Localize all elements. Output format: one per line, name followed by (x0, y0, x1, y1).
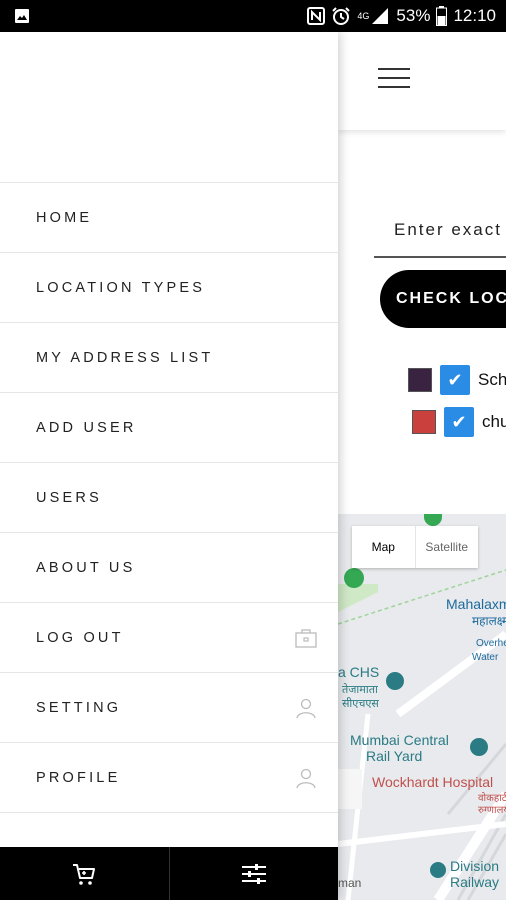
map-label: Rail Yard (366, 748, 423, 764)
map-label: Mahalaxmi (446, 596, 506, 612)
map-label: तेजामाता (342, 684, 378, 696)
drawer-item-home[interactable]: HOME (0, 183, 338, 253)
map-label: a CHS (338, 664, 380, 680)
drawer-item-label: SETTING (36, 699, 122, 716)
nav-drawer: HOME LOCATION TYPES MY ADDRESS LIST ADD … (0, 32, 338, 900)
drawer-item-label: MY ADDRESS LIST (36, 349, 214, 366)
drawer-header (0, 32, 338, 183)
drawer-item-add-user[interactable]: ADD USER (0, 393, 338, 463)
image-icon (15, 9, 29, 23)
drawer-item-label: ADD USER (36, 419, 137, 436)
app-content: Enter exact address CHECK LOCATION ✔ Sch… (338, 32, 506, 900)
map-label: रुग्णालय (478, 805, 506, 816)
school-checkbox[interactable]: ✔ (440, 365, 470, 395)
status-bar: 4G 53% 12:10 (0, 0, 506, 32)
map[interactable]: Map Satellite Mahalaxmi महालक्ष्मी Overh… (338, 514, 506, 900)
drawer-item-my-address-list[interactable]: MY ADDRESS LIST (0, 323, 338, 393)
drawer-item-profile[interactable]: PROFILE (0, 743, 338, 813)
map-label: महालक्ष्मी (472, 614, 506, 628)
sliders-icon (241, 863, 266, 884)
check-location-label: CHECK LOCATION (396, 290, 506, 307)
check-location-button[interactable]: CHECK LOCATION (380, 270, 506, 328)
drawer-item-about-us[interactable]: ABOUT US (0, 533, 338, 603)
color-swatch (408, 368, 432, 392)
map-type-satellite-button[interactable]: Satellite (414, 526, 479, 568)
drawer-item-label: PROFILE (36, 769, 121, 786)
map-label: Mumbai Central (350, 732, 449, 748)
map-label: सीएचएस (342, 698, 379, 710)
drawer-item-label: HOME (36, 209, 93, 226)
legend-label: School (478, 370, 506, 389)
color-swatch (412, 410, 436, 434)
church-checkbox[interactable]: ✔ (444, 407, 474, 437)
filter-button[interactable] (168, 847, 339, 900)
app-header (338, 32, 506, 130)
drawer-item-log-out[interactable]: LOG OUT (0, 603, 338, 673)
alarm-icon (331, 6, 351, 26)
battery-percent: 53% (396, 6, 431, 25)
map-label: Railway (450, 874, 500, 890)
user-icon (296, 768, 316, 789)
park-pin-icon (344, 568, 364, 588)
legend-item-school: ✔ School (408, 365, 506, 395)
map-label: Overhead (476, 638, 506, 649)
user-icon (296, 698, 316, 719)
drawer-item-setting[interactable]: SETTING (0, 673, 338, 743)
clock: 12:10 (453, 6, 496, 25)
drawer-bottom-bar (0, 847, 338, 900)
map-type-map-button[interactable]: Map (352, 526, 415, 568)
legend-item-church: ✔ church (412, 407, 506, 437)
map-label: Division (450, 858, 500, 874)
briefcase-icon (295, 629, 317, 648)
drawer-item-users[interactable]: USERS (0, 463, 338, 533)
signal-icon: 4G (357, 6, 390, 26)
legend-label: church (482, 412, 506, 431)
drawer-item-label: LOCATION TYPES (36, 279, 206, 296)
battery-icon (436, 6, 448, 26)
division-place-icon (430, 862, 446, 878)
rail-yard-place-icon (470, 738, 488, 756)
drawer-item-label: LOG OUT (36, 629, 124, 646)
cart-icon (73, 863, 96, 885)
address-placeholder: Enter exact address (394, 220, 506, 239)
drawer-item-label: USERS (36, 489, 102, 506)
menu-icon[interactable] (378, 66, 410, 90)
chs-place-icon (386, 672, 404, 690)
drawer-item-label: ABOUT US (36, 559, 136, 576)
nfc-icon (307, 6, 326, 26)
cart-button[interactable] (0, 847, 169, 900)
map-label: Wockhardt Hospital (372, 774, 494, 790)
map-label: man (338, 876, 362, 890)
map-type-toggle: Map Satellite (352, 526, 478, 568)
map-label: Water (472, 652, 499, 663)
address-input[interactable]: Enter exact address (374, 212, 506, 258)
drawer-item-location-types[interactable]: LOCATION TYPES (0, 253, 338, 323)
